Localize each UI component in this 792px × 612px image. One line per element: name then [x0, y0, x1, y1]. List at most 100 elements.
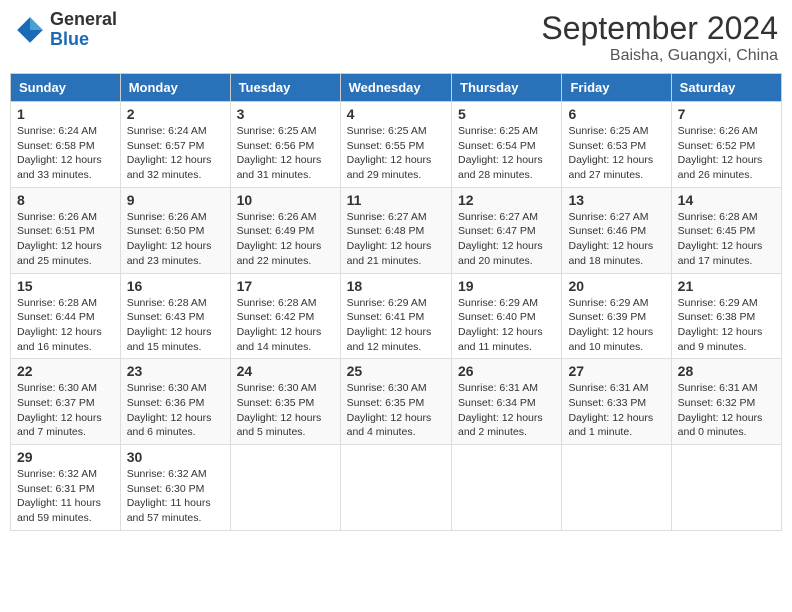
day-info: Sunrise: 6:28 AMSunset: 6:45 PMDaylight:… [678, 210, 775, 269]
calendar-cell: 15 Sunrise: 6:28 AMSunset: 6:44 PMDayligh… [11, 273, 121, 359]
day-number: 12 [458, 192, 555, 208]
calendar-cell [671, 445, 781, 531]
day-info: Sunrise: 6:29 AMSunset: 6:38 PMDaylight:… [678, 296, 775, 355]
calendar-table: SundayMondayTuesdayWednesdayThursdayFrid… [10, 73, 782, 531]
calendar-cell: 8 Sunrise: 6:26 AMSunset: 6:51 PMDaylight… [11, 187, 121, 273]
calendar-cell: 22 Sunrise: 6:30 AMSunset: 6:37 PMDayligh… [11, 359, 121, 445]
logo: General Blue [14, 10, 117, 50]
day-number: 15 [17, 278, 114, 294]
day-number: 27 [568, 363, 664, 379]
day-number: 24 [237, 363, 334, 379]
calendar-cell: 12Sunrise: 6:27 AMSunset: 6:47 PMDayligh… [452, 187, 562, 273]
weekday-header-friday: Friday [562, 74, 671, 102]
day-number: 3 [237, 106, 334, 122]
calendar-cell: 9 Sunrise: 6:26 AMSunset: 6:50 PMDaylight… [120, 187, 230, 273]
day-info: Sunrise: 6:26 AMSunset: 6:51 PMDaylight:… [17, 210, 114, 269]
month-title: September 2024 [541, 10, 778, 47]
day-number: 22 [17, 363, 114, 379]
day-info: Sunrise: 6:32 AMSunset: 6:31 PMDaylight:… [17, 467, 114, 526]
day-number: 6 [568, 106, 664, 122]
calendar-cell: 18 Sunrise: 6:29 AMSunset: 6:41 PMDayligh… [340, 273, 451, 359]
day-info: Sunrise: 6:24 AMSunset: 6:58 PMDaylight:… [17, 124, 114, 183]
calendar-cell: 21 Sunrise: 6:29 AMSunset: 6:38 PMDayligh… [671, 273, 781, 359]
day-info: Sunrise: 6:28 AMSunset: 6:44 PMDaylight:… [17, 296, 114, 355]
day-info: Sunrise: 6:26 AMSunset: 6:50 PMDaylight:… [127, 210, 224, 269]
day-number: 19 [458, 278, 555, 294]
calendar-cell: 23 Sunrise: 6:30 AMSunset: 6:36 PMDayligh… [120, 359, 230, 445]
calendar-cell: 27 Sunrise: 6:31 AMSunset: 6:33 PMDayligh… [562, 359, 671, 445]
calendar-cell: 30 Sunrise: 6:32 AMSunset: 6:30 PMDayligh… [120, 445, 230, 531]
calendar-cell: 24 Sunrise: 6:30 AMSunset: 6:35 PMDayligh… [230, 359, 340, 445]
page-header: General Blue September 2024 Baisha, Guan… [10, 10, 782, 65]
calendar-cell: 17 Sunrise: 6:28 AMSunset: 6:42 PMDayligh… [230, 273, 340, 359]
day-info: Sunrise: 6:27 AMSunset: 6:46 PMDaylight:… [568, 210, 664, 269]
day-number: 13 [568, 192, 664, 208]
day-info: Sunrise: 6:29 AMSunset: 6:39 PMDaylight:… [568, 296, 664, 355]
day-number: 2 [127, 106, 224, 122]
day-info: Sunrise: 6:29 AMSunset: 6:41 PMDaylight:… [347, 296, 445, 355]
day-info: Sunrise: 6:25 AMSunset: 6:55 PMDaylight:… [347, 124, 445, 183]
day-info: Sunrise: 6:25 AMSunset: 6:53 PMDaylight:… [568, 124, 664, 183]
day-number: 8 [17, 192, 114, 208]
day-info: Sunrise: 6:30 AMSunset: 6:37 PMDaylight:… [17, 381, 114, 440]
day-info: Sunrise: 6:32 AMSunset: 6:30 PMDaylight:… [127, 467, 224, 526]
day-number: 21 [678, 278, 775, 294]
weekday-header-sunday: Sunday [11, 74, 121, 102]
day-number: 17 [237, 278, 334, 294]
day-number: 1 [17, 106, 114, 122]
calendar-week-row: 22 Sunrise: 6:30 AMSunset: 6:37 PMDayligh… [11, 359, 782, 445]
calendar-cell: 11Sunrise: 6:27 AMSunset: 6:48 PMDayligh… [340, 187, 451, 273]
day-info: Sunrise: 6:30 AMSunset: 6:35 PMDaylight:… [237, 381, 334, 440]
day-number: 28 [678, 363, 775, 379]
day-info: Sunrise: 6:28 AMSunset: 6:43 PMDaylight:… [127, 296, 224, 355]
day-number: 30 [127, 449, 224, 465]
logo-icon [14, 14, 46, 46]
calendar-cell: 26Sunrise: 6:31 AMSunset: 6:34 PMDayligh… [452, 359, 562, 445]
weekday-header-tuesday: Tuesday [230, 74, 340, 102]
calendar-cell: 19 Sunrise: 6:29 AMSunset: 6:40 PMDayligh… [452, 273, 562, 359]
calendar-cell: 7Sunrise: 6:26 AMSunset: 6:52 PMDaylight… [671, 102, 781, 188]
calendar-cell: 3 Sunrise: 6:25 AMSunset: 6:56 PMDaylight… [230, 102, 340, 188]
calendar-cell: 16 Sunrise: 6:28 AMSunset: 6:43 PMDayligh… [120, 273, 230, 359]
title-block: September 2024 Baisha, Guangxi, China [541, 10, 778, 65]
day-info: Sunrise: 6:31 AMSunset: 6:33 PMDaylight:… [568, 381, 664, 440]
weekday-header-monday: Monday [120, 74, 230, 102]
calendar-week-row: 1 Sunrise: 6:24 AMSunset: 6:58 PMDaylight… [11, 102, 782, 188]
calendar-cell: 28 Sunrise: 6:31 AMSunset: 6:32 PMDayligh… [671, 359, 781, 445]
day-number: 18 [347, 278, 445, 294]
day-info: Sunrise: 6:31 AMSunset: 6:32 PMDaylight:… [678, 381, 775, 440]
day-info: Sunrise: 6:28 AMSunset: 6:42 PMDaylight:… [237, 296, 334, 355]
calendar-cell [340, 445, 451, 531]
calendar-cell: 10Sunrise: 6:26 AMSunset: 6:49 PMDayligh… [230, 187, 340, 273]
day-info: Sunrise: 6:25 AMSunset: 6:54 PMDaylight:… [458, 124, 555, 183]
calendar-cell [230, 445, 340, 531]
calendar-cell: 6 Sunrise: 6:25 AMSunset: 6:53 PMDaylight… [562, 102, 671, 188]
day-number: 25 [347, 363, 445, 379]
weekday-header-row: SundayMondayTuesdayWednesdayThursdayFrid… [11, 74, 782, 102]
calendar-cell: 5Sunrise: 6:25 AMSunset: 6:54 PMDaylight… [452, 102, 562, 188]
day-number: 29 [17, 449, 114, 465]
calendar-cell: 20 Sunrise: 6:29 AMSunset: 6:39 PMDayligh… [562, 273, 671, 359]
day-number: 14 [678, 192, 775, 208]
weekday-header-wednesday: Wednesday [340, 74, 451, 102]
calendar-week-row: 15 Sunrise: 6:28 AMSunset: 6:44 PMDayligh… [11, 273, 782, 359]
day-number: 9 [127, 192, 224, 208]
day-number: 20 [568, 278, 664, 294]
day-number: 4 [347, 106, 445, 122]
day-info: Sunrise: 6:25 AMSunset: 6:56 PMDaylight:… [237, 124, 334, 183]
day-info: Sunrise: 6:29 AMSunset: 6:40 PMDaylight:… [458, 296, 555, 355]
day-info: Sunrise: 6:26 AMSunset: 6:52 PMDaylight:… [678, 124, 775, 183]
day-number: 26 [458, 363, 555, 379]
calendar-cell: 14 Sunrise: 6:28 AMSunset: 6:45 PMDayligh… [671, 187, 781, 273]
day-info: Sunrise: 6:24 AMSunset: 6:57 PMDaylight:… [127, 124, 224, 183]
location: Baisha, Guangxi, China [541, 47, 778, 65]
calendar-cell: 25 Sunrise: 6:30 AMSunset: 6:35 PMDayligh… [340, 359, 451, 445]
day-number: 23 [127, 363, 224, 379]
day-info: Sunrise: 6:30 AMSunset: 6:36 PMDaylight:… [127, 381, 224, 440]
weekday-header-thursday: Thursday [452, 74, 562, 102]
calendar-week-row: 29 Sunrise: 6:32 AMSunset: 6:31 PMDayligh… [11, 445, 782, 531]
day-info: Sunrise: 6:30 AMSunset: 6:35 PMDaylight:… [347, 381, 445, 440]
day-number: 16 [127, 278, 224, 294]
weekday-header-saturday: Saturday [671, 74, 781, 102]
calendar-cell: 13 Sunrise: 6:27 AMSunset: 6:46 PMDayligh… [562, 187, 671, 273]
